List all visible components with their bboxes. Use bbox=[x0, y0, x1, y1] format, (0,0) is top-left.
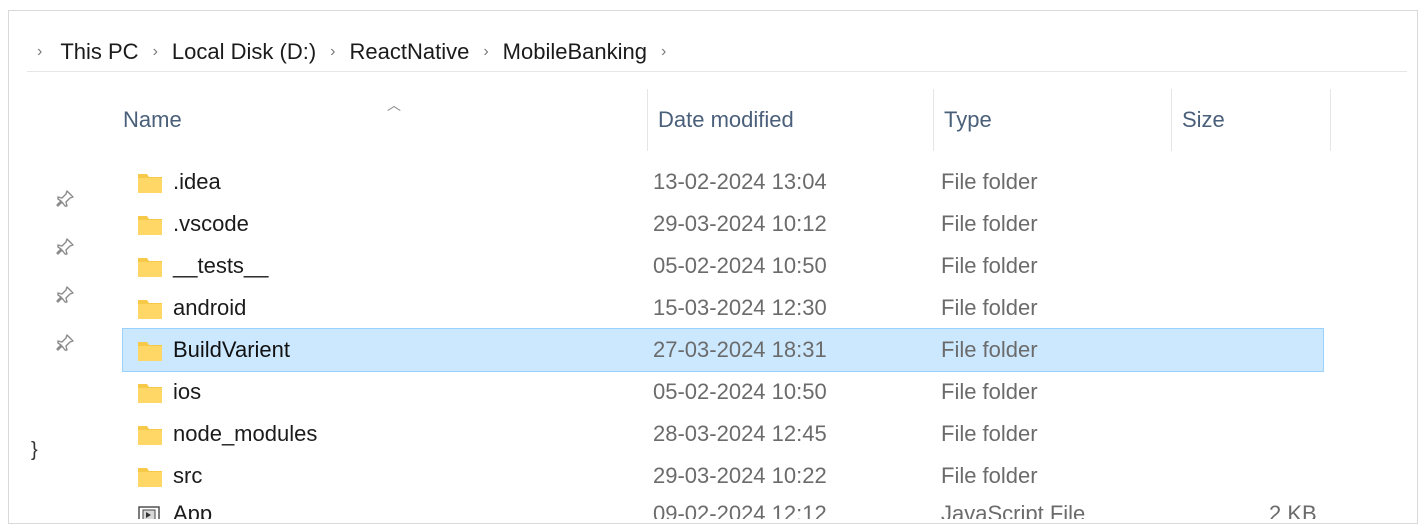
breadcrumb-this-pc[interactable]: This PC bbox=[60, 39, 138, 65]
file-name: android bbox=[173, 295, 247, 320]
column-header: Name ︿ Date modified Type Size bbox=[109, 89, 1331, 151]
file-row[interactable]: android 15-03-2024 12:30 File folder bbox=[123, 287, 1323, 329]
column-header-date[interactable]: Date modified bbox=[647, 89, 933, 151]
file-date-modified: 28-03-2024 12:45 bbox=[653, 421, 827, 446]
chevron-right-icon[interactable]: › bbox=[153, 43, 158, 61]
file-type: File folder bbox=[941, 463, 1038, 488]
chevron-right-icon[interactable]: › bbox=[483, 43, 488, 61]
chevron-right-icon[interactable]: › bbox=[661, 43, 666, 61]
stray-glyph: } bbox=[31, 439, 38, 461]
file-explorer-window: › This PC › Local Disk (D:) › ReactNativ… bbox=[8, 10, 1418, 524]
file-row[interactable]: .vscode 29-03-2024 10:12 File folder bbox=[123, 203, 1323, 245]
file-date-modified: 05-02-2024 10:50 bbox=[653, 253, 827, 278]
file-date-modified: 05-02-2024 10:50 bbox=[653, 379, 827, 404]
file-name: App bbox=[173, 501, 213, 519]
breadcrumb-local-disk[interactable]: Local Disk (D:) bbox=[172, 39, 316, 65]
file-name: node_modules bbox=[173, 421, 318, 446]
file-type: File folder bbox=[941, 253, 1038, 278]
column-header-size[interactable]: Size bbox=[1171, 89, 1331, 151]
file-name: __tests__ bbox=[173, 253, 269, 278]
pin-icon[interactable] bbox=[55, 285, 79, 309]
folder-icon bbox=[137, 295, 163, 321]
folder-icon bbox=[137, 421, 163, 447]
sort-ascending-icon: ︿ bbox=[387, 97, 401, 113]
file-type: File folder bbox=[941, 211, 1038, 236]
pin-icon[interactable] bbox=[55, 333, 79, 357]
file-row[interactable]: BuildVarient 27-03-2024 18:31 File folder bbox=[122, 328, 1324, 372]
folder-icon bbox=[137, 379, 163, 405]
file-date-modified: 13-02-2024 13:04 bbox=[653, 169, 827, 194]
file-row[interactable]: src 29-03-2024 10:22 File folder bbox=[123, 455, 1323, 497]
chevron-right-icon[interactable]: › bbox=[330, 43, 335, 61]
script-file-icon bbox=[137, 505, 163, 519]
pin-icon[interactable] bbox=[55, 189, 79, 213]
file-type: File folder bbox=[941, 421, 1038, 446]
file-row[interactable]: __tests__ 05-02-2024 10:50 File folder bbox=[123, 245, 1323, 287]
breadcrumb-mobilebanking[interactable]: MobileBanking bbox=[503, 39, 647, 65]
file-size: 2 KB bbox=[1269, 501, 1317, 519]
file-row[interactable]: .idea 13-02-2024 13:04 File folder bbox=[123, 161, 1323, 203]
breadcrumb[interactable]: › This PC › Local Disk (D:) › ReactNativ… bbox=[27, 33, 1407, 72]
file-date-modified: 29-03-2024 10:12 bbox=[653, 211, 827, 236]
file-name: .idea bbox=[173, 169, 221, 194]
breadcrumb-reactnative[interactable]: ReactNative bbox=[349, 39, 469, 65]
folder-icon bbox=[137, 337, 163, 363]
column-header-name-label: Name bbox=[123, 107, 182, 132]
folder-icon bbox=[137, 169, 163, 195]
file-type: File folder bbox=[941, 379, 1038, 404]
file-type: File folder bbox=[941, 169, 1038, 194]
file-type: File folder bbox=[941, 295, 1038, 320]
file-type: File folder bbox=[941, 337, 1038, 362]
file-date-modified: 09-02-2024 12:12 bbox=[653, 501, 827, 519]
file-date-modified: 29-03-2024 10:22 bbox=[653, 463, 827, 488]
file-date-modified: 15-03-2024 12:30 bbox=[653, 295, 827, 320]
column-header-name[interactable]: Name ︿ bbox=[123, 89, 635, 151]
file-date-modified: 27-03-2024 18:31 bbox=[653, 337, 827, 362]
folder-icon bbox=[137, 211, 163, 237]
column-header-type[interactable]: Type bbox=[933, 89, 1171, 151]
column-header-type-label: Type bbox=[944, 107, 992, 132]
folder-icon bbox=[137, 253, 163, 279]
chevron-right-icon[interactable]: › bbox=[37, 43, 42, 61]
file-name: .vscode bbox=[173, 211, 249, 236]
file-name: src bbox=[173, 463, 203, 488]
file-row[interactable]: App 09-02-2024 12:12 JavaScript File 2 KB bbox=[123, 497, 1323, 519]
file-name: BuildVarient bbox=[173, 337, 290, 362]
pin-icon[interactable] bbox=[55, 237, 79, 261]
column-header-size-label: Size bbox=[1182, 107, 1225, 132]
column-header-date-label: Date modified bbox=[658, 107, 794, 132]
file-row[interactable]: ios 05-02-2024 10:50 File folder bbox=[123, 371, 1323, 413]
file-row[interactable]: node_modules 28-03-2024 12:45 File folder bbox=[123, 413, 1323, 455]
folder-icon bbox=[137, 463, 163, 489]
file-type: JavaScript File bbox=[941, 501, 1086, 519]
file-name: ios bbox=[173, 379, 202, 404]
